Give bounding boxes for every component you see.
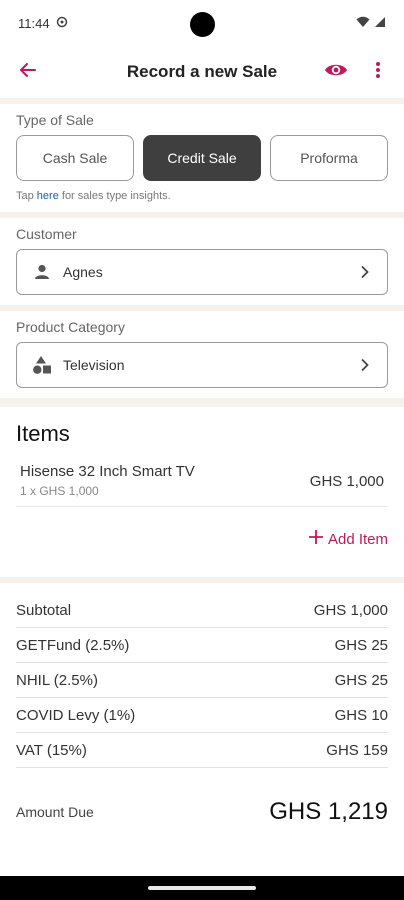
total-value: GHS 1,000: [313, 601, 388, 619]
item-quantity-price: 1 x GHS 1,000: [20, 484, 99, 498]
app-bar: Record a new Sale: [0, 46, 404, 98]
total-value: GHS 25: [334, 636, 388, 654]
vat-row: VAT (15%) GHS 159: [16, 733, 388, 768]
more-vert-icon: [375, 61, 381, 84]
preview-button[interactable]: [320, 56, 352, 88]
chevron-right-icon: [357, 358, 373, 372]
item-total: GHS 1,000: [309, 473, 384, 490]
total-label: COVID Levy (1%): [16, 706, 136, 724]
customer-picker[interactable]: Agnes: [16, 249, 388, 295]
totals-section: Subtotal GHS 1,000 GETFund (2.5%) GHS 25…: [0, 583, 404, 768]
back-button[interactable]: [10, 54, 46, 90]
camera-cutout: [190, 12, 215, 37]
cash-sale-button[interactable]: Cash Sale: [16, 135, 134, 181]
insights-link[interactable]: here: [37, 190, 59, 202]
person-icon: [31, 263, 53, 281]
items-title: Items: [16, 421, 70, 446]
notification-icon: [56, 16, 68, 31]
wifi-icon: [356, 16, 370, 31]
covid-levy-row: COVID Levy (1%) GHS 10: [16, 698, 388, 733]
proforma-button[interactable]: Proforma: [270, 135, 388, 181]
amount-due-row: Amount Due GHS 1,219: [0, 768, 404, 826]
add-item-button[interactable]: Add Item: [308, 529, 388, 549]
chevron-right-icon: [357, 265, 373, 279]
hint-prefix: Tap: [16, 190, 37, 202]
status-time: 11:44: [18, 15, 50, 31]
total-value: GHS 159: [326, 741, 388, 759]
type-of-sale-label: Type of Sale: [16, 112, 94, 128]
total-label: GETFund (2.5%): [16, 636, 130, 654]
total-value: GHS 10: [334, 706, 388, 724]
eye-icon: [324, 62, 348, 83]
status-bar: 11:44: [0, 0, 404, 46]
customer-label: Customer: [16, 226, 77, 242]
add-item-row: Add Item: [0, 507, 404, 577]
sale-type-selector: Cash Sale Credit Sale Proforma: [16, 135, 388, 181]
signal-icon: [374, 16, 386, 31]
total-label: VAT (15%): [16, 741, 87, 759]
app-actions: [320, 56, 394, 88]
product-category-label: Product Category: [16, 319, 125, 335]
add-item-label: Add Item: [327, 530, 388, 548]
subtotal-row: Subtotal GHS 1,000: [16, 593, 388, 628]
section-divider: [0, 398, 404, 407]
customer-section: Customer Agnes: [0, 218, 404, 305]
items-section: Items Hisense 32 Inch Smart TV 1 x GHS 1…: [0, 407, 404, 507]
amount-due-value: GHS 1,219: [269, 798, 388, 825]
home-handle[interactable]: [148, 886, 256, 890]
nhil-row: NHIL (2.5%) GHS 25: [16, 663, 388, 698]
shapes-icon: [31, 355, 53, 375]
total-value: GHS 25: [334, 671, 388, 689]
more-options-button[interactable]: [362, 56, 394, 88]
system-nav-bar: [0, 876, 404, 900]
total-label: NHIL (2.5%): [16, 671, 98, 689]
customer-value: Agnes: [63, 264, 103, 280]
amount-due-label: Amount Due: [16, 804, 94, 820]
item-row[interactable]: Hisense 32 Inch Smart TV 1 x GHS 1,000 G…: [16, 463, 388, 507]
product-category-value: Television: [63, 357, 125, 373]
status-left: 11:44: [18, 16, 68, 31]
item-details: Hisense 32 Inch Smart TV 1 x GHS 1,000: [20, 463, 195, 498]
status-right: [356, 16, 386, 31]
hint-suffix: for sales type insights.: [58, 190, 171, 202]
total-label: Subtotal: [16, 601, 72, 619]
type-of-sale-section: Type of Sale Cash Sale Credit Sale Profo…: [0, 104, 404, 212]
product-category-picker[interactable]: Television: [16, 342, 388, 388]
getfund-row: GETFund (2.5%) GHS 25: [16, 628, 388, 663]
item-name: Hisense 32 Inch Smart TV: [20, 463, 195, 480]
sales-type-hint: Tap here for sales type insights.: [16, 190, 388, 202]
credit-sale-button[interactable]: Credit Sale: [143, 135, 261, 181]
product-category-section: Product Category Television: [0, 311, 404, 398]
arrow-left-icon: [19, 61, 37, 84]
plus-icon: [308, 529, 324, 549]
